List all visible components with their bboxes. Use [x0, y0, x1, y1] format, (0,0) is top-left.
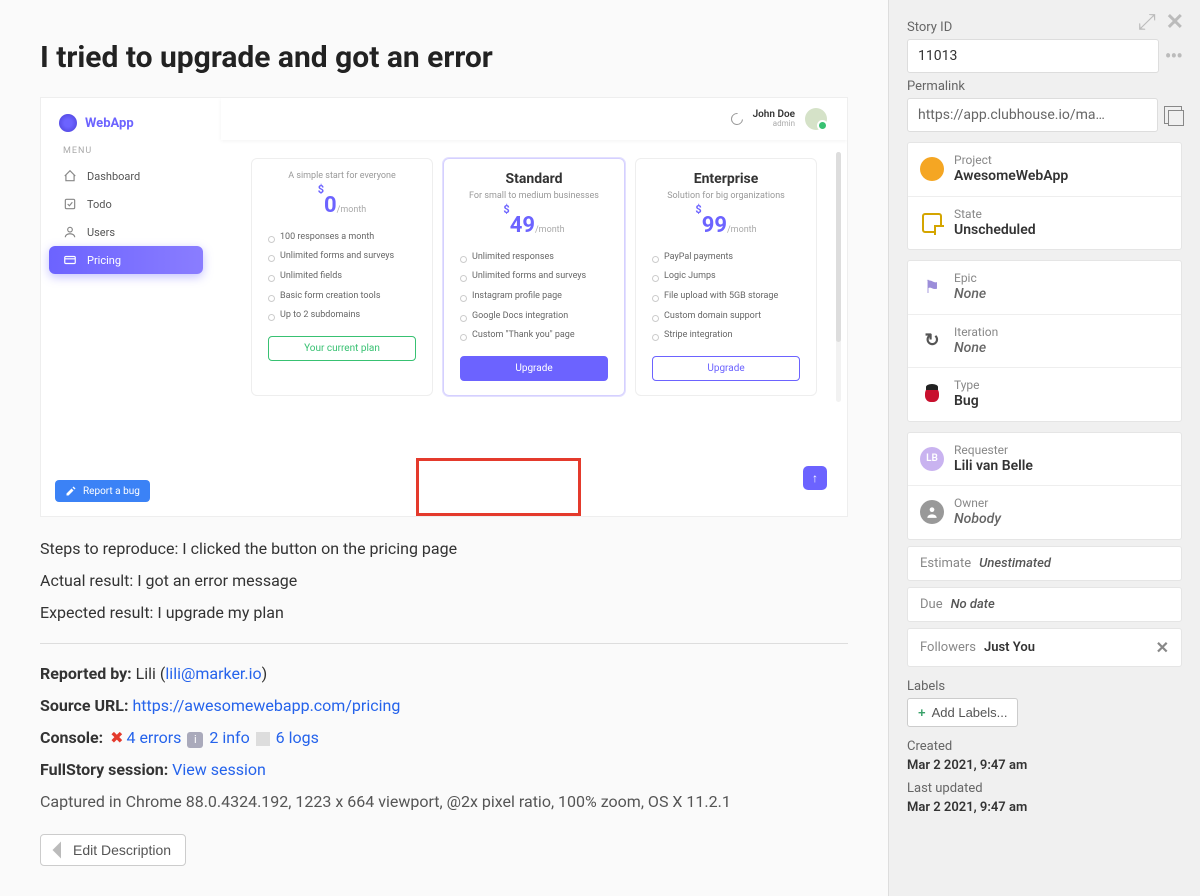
created-value: Mar 2 2021, 9:47 am: [907, 758, 1182, 773]
iteration-icon: ↻: [920, 329, 944, 353]
reporter-email-link[interactable]: lili@marker.io: [165, 664, 261, 683]
project-row[interactable]: ProjectAwesomeWebApp: [908, 143, 1181, 197]
console-errors-link[interactable]: 4 errors: [126, 728, 181, 747]
moon-icon: [728, 111, 745, 128]
permalink-label: Permalink: [907, 79, 1182, 94]
labels-heading: Labels: [907, 679, 1182, 694]
story-id-input[interactable]: 11013: [907, 39, 1159, 73]
mock-content: John Doe admin A simple start for everyo…: [221, 98, 847, 516]
capture-info: Captured in Chrome 88.0.4324.192, 1223 x…: [40, 790, 848, 814]
due-row[interactable]: DueNo date: [907, 587, 1182, 622]
user-icon: [63, 225, 77, 239]
scrollbar: [836, 152, 841, 402]
current-plan-button: Your current plan: [268, 336, 416, 361]
console-logs-link[interactable]: 6 logs: [276, 728, 319, 747]
requester-row[interactable]: LB RequesterLili van Belle: [908, 433, 1181, 487]
fullstory-link[interactable]: View session: [172, 760, 266, 779]
plan-standard: Standard For small to medium businesses …: [443, 158, 625, 396]
notes-icon: [256, 732, 270, 746]
more-icon[interactable]: •••: [1165, 44, 1182, 68]
side-panel: ⤢ ✕ Story ID 11013 ••• Permalink https:/…: [888, 0, 1200, 896]
close-icon[interactable]: ✕: [1166, 10, 1184, 35]
mock-nav-pricing: Pricing: [49, 246, 203, 274]
owner-row[interactable]: OwnerNobody: [908, 486, 1181, 539]
remove-follower-icon[interactable]: ✕: [1156, 638, 1169, 657]
screenshot-attachment[interactable]: WebApp MENU Dashboard Todo Users Pri: [40, 97, 848, 517]
created-label: Created: [907, 739, 1182, 754]
info-icon: i: [187, 732, 203, 748]
source-url-link[interactable]: https://awesomewebapp.com/pricing: [132, 696, 400, 715]
report-bug-badge: Report a bug: [55, 480, 150, 502]
pencil-icon: [65, 485, 77, 497]
iteration-row[interactable]: ↻ IterationNone: [908, 315, 1181, 369]
plan-basic: A simple start for everyone $0/month 100…: [251, 158, 433, 396]
mock-menu-label: MENU: [63, 146, 189, 156]
type-row[interactable]: TypeBug: [908, 368, 1181, 421]
plan-enterprise: Enterprise Solution for big organization…: [635, 158, 817, 396]
page-title: I tried to upgrade and got an error: [40, 40, 848, 75]
avatar: [805, 108, 827, 130]
avatar: LB: [920, 447, 944, 471]
updated-value: Mar 2 2021, 9:47 am: [907, 800, 1182, 815]
permalink-input[interactable]: https://app.clubhouse.io/ma…: [907, 98, 1158, 132]
copy-icon[interactable]: [1164, 106, 1182, 124]
plus-icon: +: [918, 705, 926, 720]
estimate-row[interactable]: EstimateUnestimated: [907, 546, 1182, 581]
project-icon: [920, 157, 944, 181]
description: Steps to reproduce: I clicked the button…: [40, 537, 848, 866]
mock-logo: WebApp: [59, 114, 193, 132]
home-icon: [63, 169, 77, 183]
mock-nav-dashboard: Dashboard: [49, 162, 203, 190]
expand-icon[interactable]: ⤢: [1138, 10, 1156, 35]
edit-description-button[interactable]: Edit Description: [40, 834, 186, 866]
mock-user: John Doe admin: [753, 109, 795, 129]
followers-row[interactable]: FollowersJust You ✕: [907, 628, 1182, 667]
card-icon: [63, 253, 77, 267]
mock-topbar: John Doe admin: [221, 98, 847, 140]
bug-icon: [922, 384, 942, 404]
user-icon: [920, 500, 944, 524]
state-icon: [922, 213, 942, 233]
upgrade-enterprise-button: Upgrade: [652, 356, 800, 381]
flag-icon: ⚑: [920, 275, 944, 299]
state-row[interactable]: StateUnscheduled: [908, 197, 1181, 250]
mock-nav-users: Users: [49, 218, 203, 246]
console-info-link[interactable]: 2 info: [209, 728, 249, 747]
highlight-annotation: [416, 458, 581, 516]
pencil-icon: [53, 842, 70, 859]
upgrade-standard-button: Upgrade: [460, 356, 608, 381]
mock-nav-todo: Todo: [49, 190, 203, 218]
scroll-top-button: ↑: [803, 466, 827, 490]
updated-label: Last updated: [907, 781, 1182, 796]
mock-sidebar: WebApp MENU Dashboard Todo Users Pri: [41, 98, 211, 516]
epic-row[interactable]: ⚑ EpicNone: [908, 261, 1181, 315]
add-labels-button[interactable]: + Add Labels...: [907, 698, 1018, 727]
check-square-icon: [63, 197, 77, 211]
